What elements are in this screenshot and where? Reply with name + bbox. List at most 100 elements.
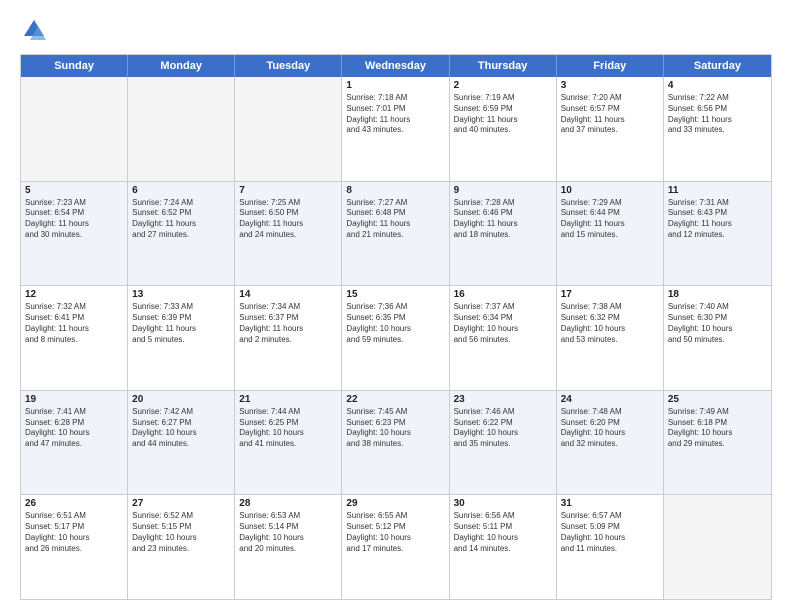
cell-info: Sunrise: 7:37 AM Sunset: 6:34 PM Dayligh… (454, 302, 552, 345)
day-number: 14 (239, 289, 337, 300)
cell-info: Sunrise: 7:22 AM Sunset: 6:56 PM Dayligh… (668, 93, 767, 136)
calendar-cell (235, 77, 342, 181)
cell-info: Sunrise: 7:23 AM Sunset: 6:54 PM Dayligh… (25, 198, 123, 241)
cell-info: Sunrise: 7:31 AM Sunset: 6:43 PM Dayligh… (668, 198, 767, 241)
day-number: 5 (25, 185, 123, 196)
calendar-cell: 25 Sunrise: 7:49 AM Sunset: 6:18 PM Dayli… (664, 391, 771, 495)
cell-info: Sunrise: 7:49 AM Sunset: 6:18 PM Dayligh… (668, 407, 767, 450)
cell-info: Sunrise: 6:53 AM Sunset: 5:14 PM Dayligh… (239, 511, 337, 554)
cell-info: Sunrise: 7:45 AM Sunset: 6:23 PM Dayligh… (346, 407, 444, 450)
day-number: 4 (668, 80, 767, 91)
weekday-header: Friday (557, 55, 664, 77)
cell-info: Sunrise: 7:38 AM Sunset: 6:32 PM Dayligh… (561, 302, 659, 345)
calendar-cell: 16 Sunrise: 7:37 AM Sunset: 6:34 PM Dayli… (450, 286, 557, 390)
cell-info: Sunrise: 7:36 AM Sunset: 6:35 PM Dayligh… (346, 302, 444, 345)
cell-info: Sunrise: 7:34 AM Sunset: 6:37 PM Dayligh… (239, 302, 337, 345)
calendar-row: 1 Sunrise: 7:18 AM Sunset: 7:01 PM Daylig… (21, 77, 771, 181)
calendar-cell: 30 Sunrise: 6:56 AM Sunset: 5:11 PM Dayli… (450, 495, 557, 599)
day-number: 18 (668, 289, 767, 300)
calendar-row: 19 Sunrise: 7:41 AM Sunset: 6:28 PM Dayli… (21, 390, 771, 495)
calendar-cell: 4 Sunrise: 7:22 AM Sunset: 6:56 PM Daylig… (664, 77, 771, 181)
weekday-header: Thursday (450, 55, 557, 77)
calendar-cell: 18Sunrise: 7:40 AM Sunset: 6:30 PM Dayli… (664, 286, 771, 390)
cell-info: Sunrise: 7:20 AM Sunset: 6:57 PM Dayligh… (561, 93, 659, 136)
cell-info: Sunrise: 7:25 AM Sunset: 6:50 PM Dayligh… (239, 198, 337, 241)
cell-info: Sunrise: 7:48 AM Sunset: 6:20 PM Dayligh… (561, 407, 659, 450)
cell-info: Sunrise: 7:32 AM Sunset: 6:41 PM Dayligh… (25, 302, 123, 345)
day-number: 29 (346, 498, 444, 509)
day-number: 24 (561, 394, 659, 405)
calendar-row: 12 Sunrise: 7:32 AM Sunset: 6:41 PM Dayli… (21, 285, 771, 390)
cell-info: Sunrise: 7:44 AM Sunset: 6:25 PM Dayligh… (239, 407, 337, 450)
day-number: 2 (454, 80, 552, 91)
day-number: 17 (561, 289, 659, 300)
calendar-cell: 5 Sunrise: 7:23 AM Sunset: 6:54 PM Daylig… (21, 182, 128, 286)
calendar-header: SundayMondayTuesdayWednesdayThursdayFrid… (21, 55, 771, 77)
calendar-cell: 9 Sunrise: 7:28 AM Sunset: 6:46 PM Daylig… (450, 182, 557, 286)
day-number: 16 (454, 289, 552, 300)
day-number: 7 (239, 185, 337, 196)
day-number: 9 (454, 185, 552, 196)
calendar-cell: 1 Sunrise: 7:18 AM Sunset: 7:01 PM Daylig… (342, 77, 449, 181)
calendar-cell: 21 Sunrise: 7:44 AM Sunset: 6:25 PM Dayli… (235, 391, 342, 495)
calendar-cell: 24 Sunrise: 7:48 AM Sunset: 6:20 PM Dayli… (557, 391, 664, 495)
calendar-cell: 6 Sunrise: 7:24 AM Sunset: 6:52 PM Daylig… (128, 182, 235, 286)
day-number: 31 (561, 498, 659, 509)
cell-info: Sunrise: 7:33 AM Sunset: 6:39 PM Dayligh… (132, 302, 230, 345)
calendar-cell: 11 Sunrise: 7:31 AM Sunset: 6:43 PM Dayli… (664, 182, 771, 286)
calendar-cell: 23Sunrise: 7:46 AM Sunset: 6:22 PM Dayli… (450, 391, 557, 495)
calendar-cell: 29 Sunrise: 6:55 AM Sunset: 5:12 PM Dayli… (342, 495, 449, 599)
day-number: 11 (668, 185, 767, 196)
cell-info: Sunrise: 7:41 AM Sunset: 6:28 PM Dayligh… (25, 407, 123, 450)
calendar-cell (128, 77, 235, 181)
calendar-row: 5 Sunrise: 7:23 AM Sunset: 6:54 PM Daylig… (21, 181, 771, 286)
calendar-cell: 10Sunrise: 7:29 AM Sunset: 6:44 PM Dayli… (557, 182, 664, 286)
day-number: 15 (346, 289, 444, 300)
calendar-cell: 2Sunrise: 7:19 AM Sunset: 6:59 PM Daylig… (450, 77, 557, 181)
day-number: 1 (346, 80, 444, 91)
weekday-header: Monday (128, 55, 235, 77)
calendar-row: 26Sunrise: 6:51 AM Sunset: 5:17 PM Dayli… (21, 494, 771, 599)
cell-info: Sunrise: 7:28 AM Sunset: 6:46 PM Dayligh… (454, 198, 552, 241)
calendar-cell: 19 Sunrise: 7:41 AM Sunset: 6:28 PM Dayli… (21, 391, 128, 495)
calendar-cell: 20 Sunrise: 7:42 AM Sunset: 6:27 PM Dayli… (128, 391, 235, 495)
weekday-header: Saturday (664, 55, 771, 77)
day-number: 12 (25, 289, 123, 300)
day-number: 13 (132, 289, 230, 300)
header (20, 16, 772, 44)
cell-info: Sunrise: 7:18 AM Sunset: 7:01 PM Dayligh… (346, 93, 444, 136)
day-number: 6 (132, 185, 230, 196)
day-number: 28 (239, 498, 337, 509)
day-number: 22 (346, 394, 444, 405)
calendar: SundayMondayTuesdayWednesdayThursdayFrid… (20, 54, 772, 600)
day-number: 26 (25, 498, 123, 509)
day-number: 21 (239, 394, 337, 405)
calendar-cell: 13 Sunrise: 7:33 AM Sunset: 6:39 PM Dayli… (128, 286, 235, 390)
cell-info: Sunrise: 7:24 AM Sunset: 6:52 PM Dayligh… (132, 198, 230, 241)
calendar-cell (21, 77, 128, 181)
cell-info: Sunrise: 6:56 AM Sunset: 5:11 PM Dayligh… (454, 511, 552, 554)
calendar-cell: 27 Sunrise: 6:52 AM Sunset: 5:15 PM Dayli… (128, 495, 235, 599)
calendar-cell: 28 Sunrise: 6:53 AM Sunset: 5:14 PM Dayli… (235, 495, 342, 599)
calendar-cell: 22 Sunrise: 7:45 AM Sunset: 6:23 PM Dayli… (342, 391, 449, 495)
cell-info: Sunrise: 7:42 AM Sunset: 6:27 PM Dayligh… (132, 407, 230, 450)
weekday-header: Tuesday (235, 55, 342, 77)
weekday-header: Sunday (21, 55, 128, 77)
day-number: 25 (668, 394, 767, 405)
day-number: 19 (25, 394, 123, 405)
page: SundayMondayTuesdayWednesdayThursdayFrid… (0, 0, 792, 612)
cell-info: Sunrise: 7:29 AM Sunset: 6:44 PM Dayligh… (561, 198, 659, 241)
cell-info: Sunrise: 6:57 AM Sunset: 5:09 PM Dayligh… (561, 511, 659, 554)
weekday-header: Wednesday (342, 55, 449, 77)
day-number: 27 (132, 498, 230, 509)
calendar-cell: 8Sunrise: 7:27 AM Sunset: 6:48 PM Daylig… (342, 182, 449, 286)
day-number: 8 (346, 185, 444, 196)
day-number: 30 (454, 498, 552, 509)
calendar-cell: 15 Sunrise: 7:36 AM Sunset: 6:35 PM Dayli… (342, 286, 449, 390)
day-number: 3 (561, 80, 659, 91)
cell-info: Sunrise: 7:46 AM Sunset: 6:22 PM Dayligh… (454, 407, 552, 450)
day-number: 20 (132, 394, 230, 405)
cell-info: Sunrise: 6:52 AM Sunset: 5:15 PM Dayligh… (132, 511, 230, 554)
calendar-cell: 3 Sunrise: 7:20 AM Sunset: 6:57 PM Daylig… (557, 77, 664, 181)
cell-info: Sunrise: 6:55 AM Sunset: 5:12 PM Dayligh… (346, 511, 444, 554)
